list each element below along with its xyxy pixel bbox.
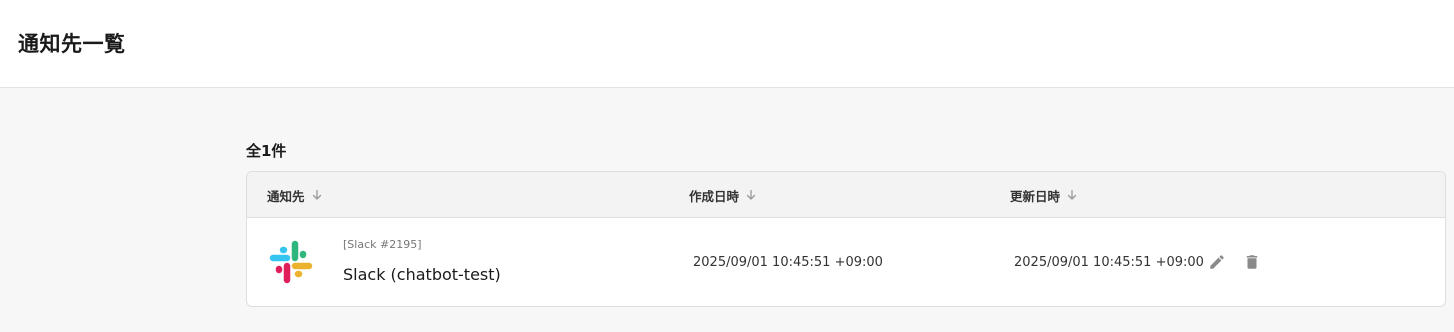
arrow-down-icon (1066, 189, 1078, 201)
updated-at-cell: 2025/09/01 10:45:51 +09:00 (1014, 255, 1204, 270)
created-at-cell: 2025/09/01 10:45:51 +09:00 (693, 255, 883, 270)
column-header-destination[interactable]: 通知先 (267, 172, 323, 218)
page-header: 通知先一覧 (0, 0, 1454, 88)
destination-name[interactable]: Slack (chatbot-test) (343, 265, 501, 284)
arrow-down-icon (311, 189, 323, 201)
column-header-updated-at-label: 更新日時 (1010, 188, 1061, 204)
column-header-updated-at[interactable]: 更新日時 (1010, 172, 1078, 218)
edit-button[interactable] (1207, 252, 1227, 272)
column-header-created-at[interactable]: 作成日時 (689, 172, 757, 218)
slack-logo-icon (267, 238, 315, 286)
table-row[interactable]: [Slack #2195] Slack (chatbot-test) 2025/… (247, 218, 1445, 306)
notification-destination-table: 通知先 作成日時 更新日時 [Slack #2195] Slack (chatb… (246, 171, 1446, 307)
pencil-icon (1210, 255, 1224, 269)
page-title: 通知先一覧 (18, 31, 126, 56)
main-content: 全1件 通知先 作成日時 更新日時 [Slack #2195] Slack (c… (0, 88, 1454, 332)
column-header-destination-label: 通知先 (267, 188, 305, 204)
trash-icon (1246, 255, 1258, 269)
table-header: 通知先 作成日時 更新日時 (247, 172, 1445, 218)
arrow-down-icon (745, 189, 757, 201)
destination-service-label: [Slack #2195] (343, 238, 422, 251)
delete-button[interactable] (1242, 252, 1262, 272)
result-count: 全1件 (246, 142, 287, 160)
column-header-created-at-label: 作成日時 (689, 188, 740, 204)
